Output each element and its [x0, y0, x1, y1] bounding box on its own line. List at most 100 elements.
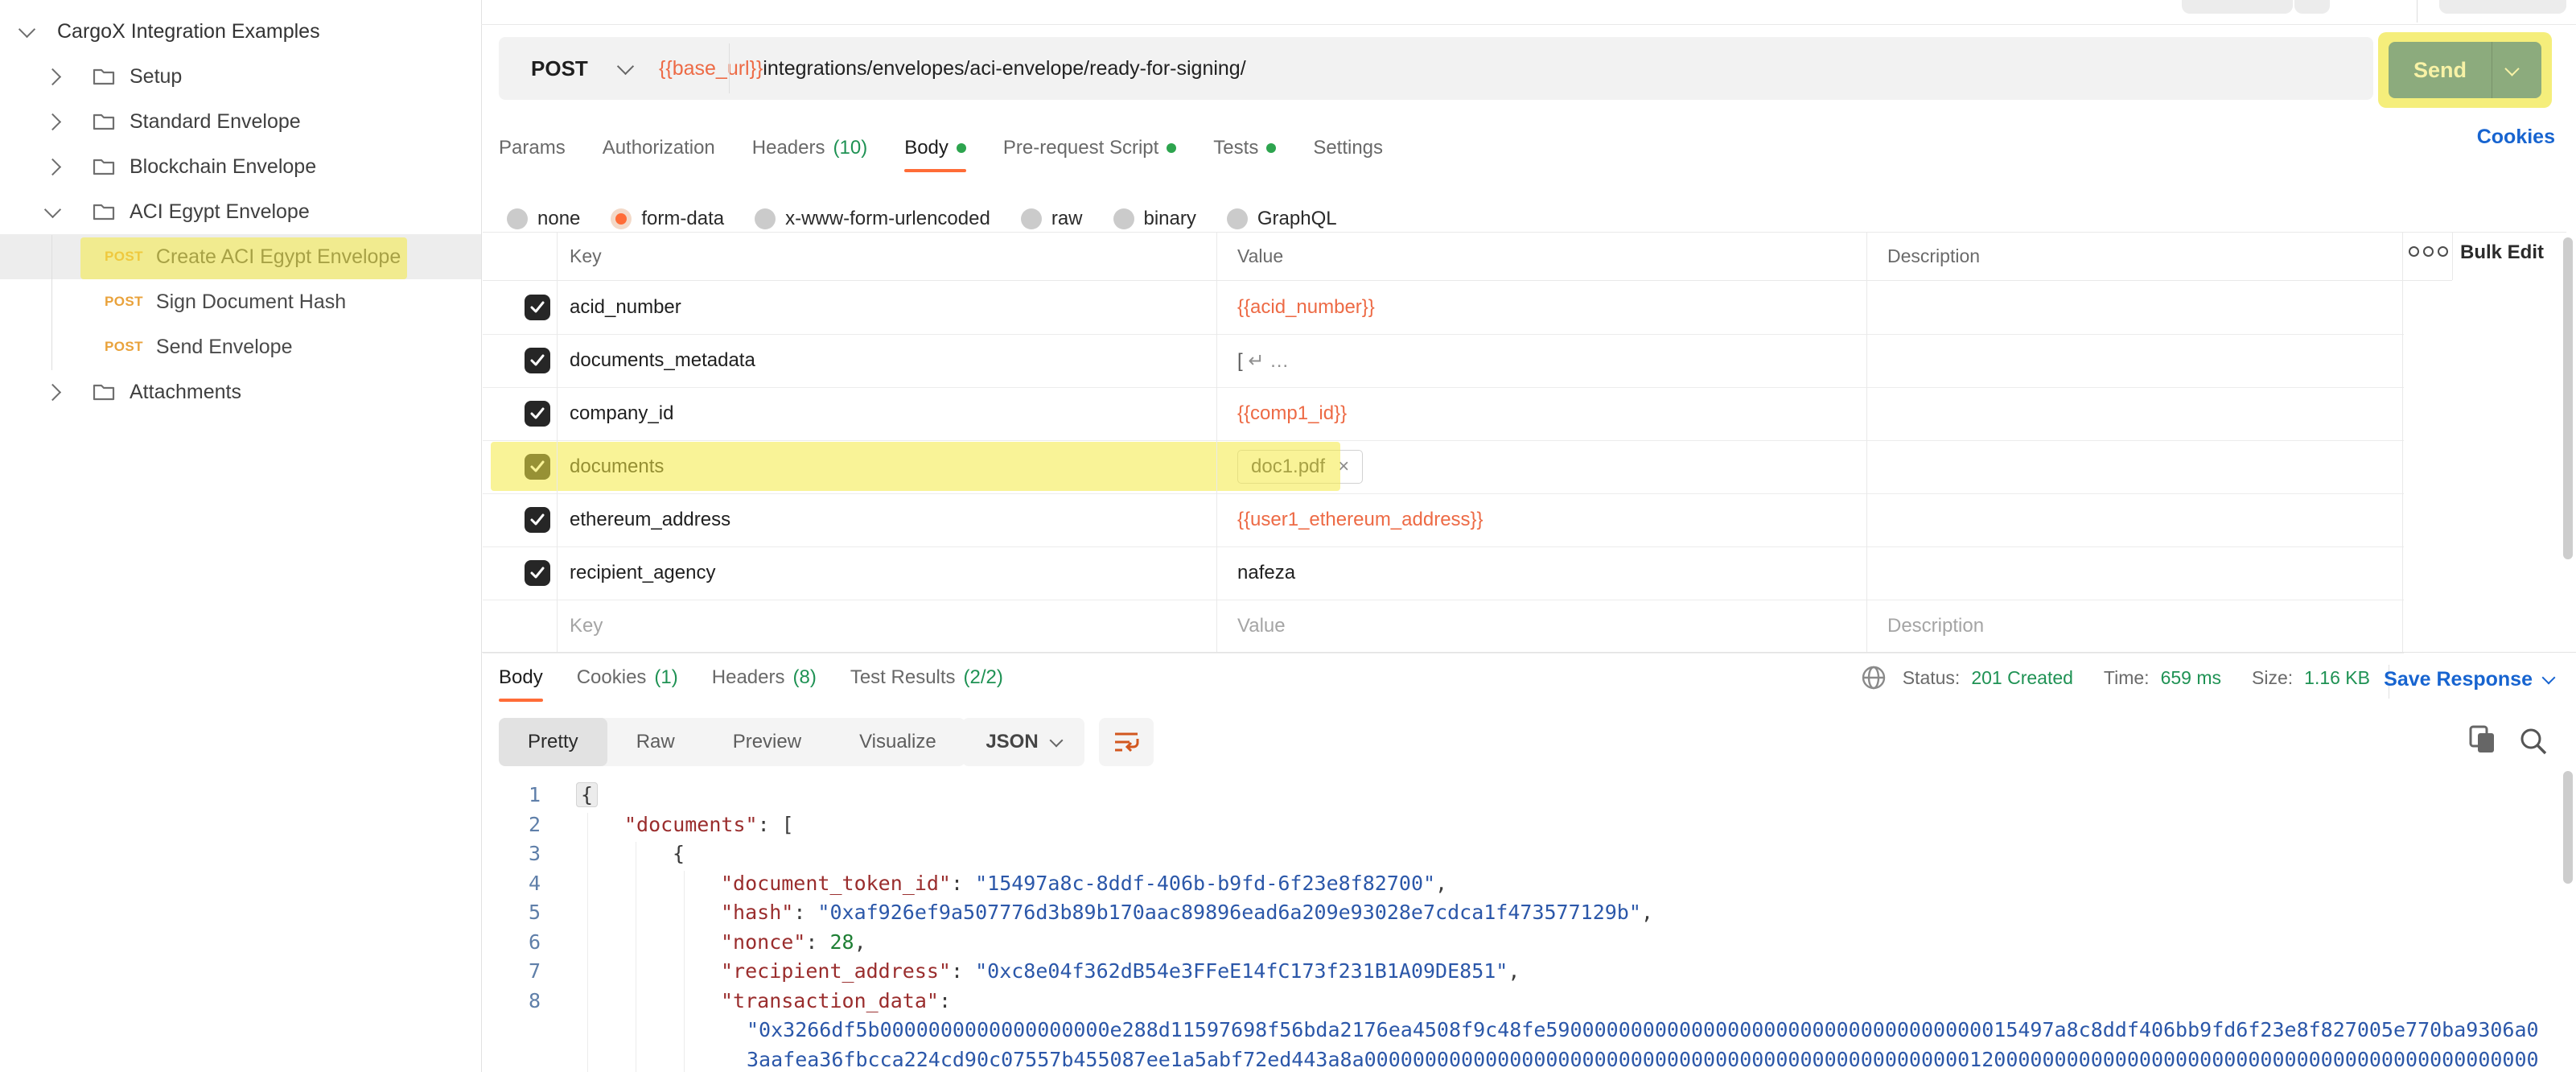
- body-mode-x-www-form-urlencoded[interactable]: x-www-form-urlencoded: [755, 208, 990, 230]
- sidebar-folder[interactable]: ACI Egypt Envelope: [0, 189, 481, 234]
- chevron-down-icon[interactable]: [44, 200, 61, 217]
- collections-sidebar: CargoX Integration Examples SetupStandard…: [0, 0, 482, 1072]
- body-mode-form-data[interactable]: form-data: [611, 208, 724, 230]
- value-cell[interactable]: [ ↵ …: [1216, 349, 1866, 373]
- value-cell[interactable]: {{comp1_id}}: [1216, 402, 1866, 425]
- tab-authorization[interactable]: Authorization: [603, 137, 715, 159]
- code-token: "0xc8e04f362dB54e3FFeE14fC173f231B1A09DE…: [975, 959, 1508, 983]
- status-value: 201 Created: [1971, 667, 2073, 689]
- chevron-down-icon[interactable]: [2504, 61, 2519, 76]
- code-token: 3aafea36fbcca224cd90c07557b455087ee1a5ab…: [747, 1048, 2539, 1071]
- value-cell[interactable]: {{user1_ethereum_address}}: [1216, 509, 1866, 531]
- radio-icon: [1021, 208, 1042, 229]
- sidebar-folder[interactable]: Attachments: [0, 369, 481, 414]
- radio-icon: [507, 208, 528, 229]
- value-cell[interactable]: nafeza: [1216, 562, 1866, 584]
- method-url-divider: [729, 43, 730, 93]
- sidebar-folder[interactable]: Standard Envelope: [0, 99, 481, 144]
- key-cell[interactable]: documents_metadata: [557, 349, 1216, 372]
- chevron-right-icon[interactable]: [44, 158, 61, 175]
- format-dropdown[interactable]: JSON: [962, 718, 1084, 766]
- method-badge: POST: [105, 249, 143, 265]
- line-number: 5: [492, 898, 541, 927]
- bulk-edit-button[interactable]: Bulk Edit: [2460, 241, 2544, 264]
- value-cell[interactable]: doc1.pdf×: [1216, 450, 1866, 484]
- key-cell[interactable]: documents: [557, 456, 1216, 478]
- value-cell[interactable]: {{acid_number}}: [1216, 296, 1866, 319]
- tab-tests[interactable]: Tests: [1213, 137, 1276, 159]
- more-actions-icon[interactable]: [2409, 246, 2448, 257]
- tab-headers[interactable]: Headers(10): [752, 137, 867, 159]
- response-divider: [481, 652, 2576, 653]
- value-input-placeholder[interactable]: Value: [1216, 615, 1866, 637]
- checkbox-checked[interactable]: [525, 295, 550, 320]
- tab-body[interactable]: Body: [904, 137, 966, 159]
- response-tab-test-results[interactable]: Test Results(2/2): [850, 666, 1003, 689]
- code-token: :: [951, 872, 975, 895]
- network-globe-icon[interactable]: [1861, 665, 1887, 691]
- method-selector[interactable]: POST: [531, 56, 619, 81]
- wrap-lines-button[interactable]: [1099, 718, 1154, 766]
- body-mode-raw[interactable]: raw: [1021, 208, 1083, 230]
- folder-icon: [93, 112, 115, 131]
- description-input-placeholder[interactable]: Description: [1866, 615, 2402, 637]
- response-tab-body[interactable]: Body: [499, 666, 543, 689]
- sidebar-folder[interactable]: Setup: [0, 54, 481, 99]
- url-input[interactable]: {{base_url}}integrations/envelopes/aci-e…: [659, 57, 1246, 80]
- sidebar-collection[interactable]: CargoX Integration Examples: [0, 9, 481, 54]
- key-input-placeholder[interactable]: Key: [557, 615, 1216, 637]
- response-tab-headers[interactable]: Headers(8): [712, 666, 817, 689]
- toolbar-partial-button[interactable]: [2182, 0, 2293, 14]
- cookies-link[interactable]: Cookies: [2477, 126, 2555, 149]
- body-mode-graphql[interactable]: GraphQL: [1227, 208, 1337, 230]
- tab-label: Params: [499, 137, 566, 159]
- copy-response-button[interactable]: [2468, 724, 2497, 759]
- table-scrollbar[interactable]: [2563, 237, 2573, 559]
- tab-label: Settings: [1313, 137, 1383, 159]
- view-tab-pretty[interactable]: Pretty: [499, 718, 607, 766]
- tab-params[interactable]: Params: [499, 137, 566, 159]
- response-scrollbar[interactable]: [2563, 771, 2573, 884]
- collection-name: CargoX Integration Examples: [57, 20, 320, 43]
- table-border: [557, 281, 558, 653]
- tab-settings[interactable]: Settings: [1313, 137, 1383, 159]
- checkbox-checked[interactable]: [525, 507, 550, 533]
- toolbar-partial-button[interactable]: [2294, 0, 2330, 14]
- tab-count: (2/2): [964, 666, 1003, 689]
- remove-file-icon[interactable]: ×: [1338, 456, 1349, 478]
- chevron-right-icon[interactable]: [44, 383, 61, 400]
- checkbox-checked[interactable]: [525, 560, 550, 586]
- chevron-down-icon[interactable]: [19, 20, 35, 37]
- file-chip[interactable]: doc1.pdf×: [1237, 450, 1363, 484]
- sidebar-request[interactable]: POSTSend Envelope: [0, 324, 481, 369]
- save-response-button[interactable]: Save Response: [2384, 668, 2553, 691]
- chevron-down-icon: [617, 57, 634, 74]
- sidebar-request[interactable]: POSTSign Document Hash: [0, 279, 481, 324]
- response-tab-cookies[interactable]: Cookies(1): [577, 666, 678, 689]
- checkbox-checked[interactable]: [525, 348, 550, 373]
- view-tab-raw[interactable]: Raw: [607, 718, 704, 766]
- chevron-right-icon[interactable]: [44, 68, 61, 85]
- tree-indent-guide: [51, 235, 52, 370]
- view-tab-preview[interactable]: Preview: [704, 718, 830, 766]
- checkbox-checked[interactable]: [525, 454, 550, 480]
- toolbar-partial-button[interactable]: [2439, 0, 2566, 14]
- search-response-button[interactable]: [2518, 726, 2549, 761]
- tab-pre-request-script[interactable]: Pre-request Script: [1003, 137, 1176, 159]
- checkbox-checked[interactable]: [525, 401, 550, 427]
- view-tab-visualize[interactable]: Visualize: [830, 718, 965, 766]
- response-body-json[interactable]: 1{2"documents": [3{4"document_token_id":…: [481, 773, 2565, 1072]
- code-token: :: [805, 930, 829, 954]
- code-token: "0xaf926ef9a507776d3b89b170aac89896ead6a…: [817, 901, 1641, 924]
- key-cell[interactable]: acid_number: [557, 296, 1216, 319]
- body-mode-binary[interactable]: binary: [1113, 208, 1196, 230]
- sidebar-folder[interactable]: Blockchain Envelope: [0, 144, 481, 189]
- sidebar-request[interactable]: POSTCreate ACI Egypt Envelope: [0, 234, 481, 279]
- key-cell[interactable]: ethereum_address: [557, 509, 1216, 531]
- key-cell[interactable]: recipient_agency: [557, 562, 1216, 584]
- key-cell[interactable]: company_id: [557, 402, 1216, 425]
- code-line: {: [576, 781, 598, 810]
- body-mode-none[interactable]: none: [507, 208, 580, 230]
- send-button[interactable]: Send: [2389, 42, 2541, 98]
- chevron-right-icon[interactable]: [44, 113, 61, 130]
